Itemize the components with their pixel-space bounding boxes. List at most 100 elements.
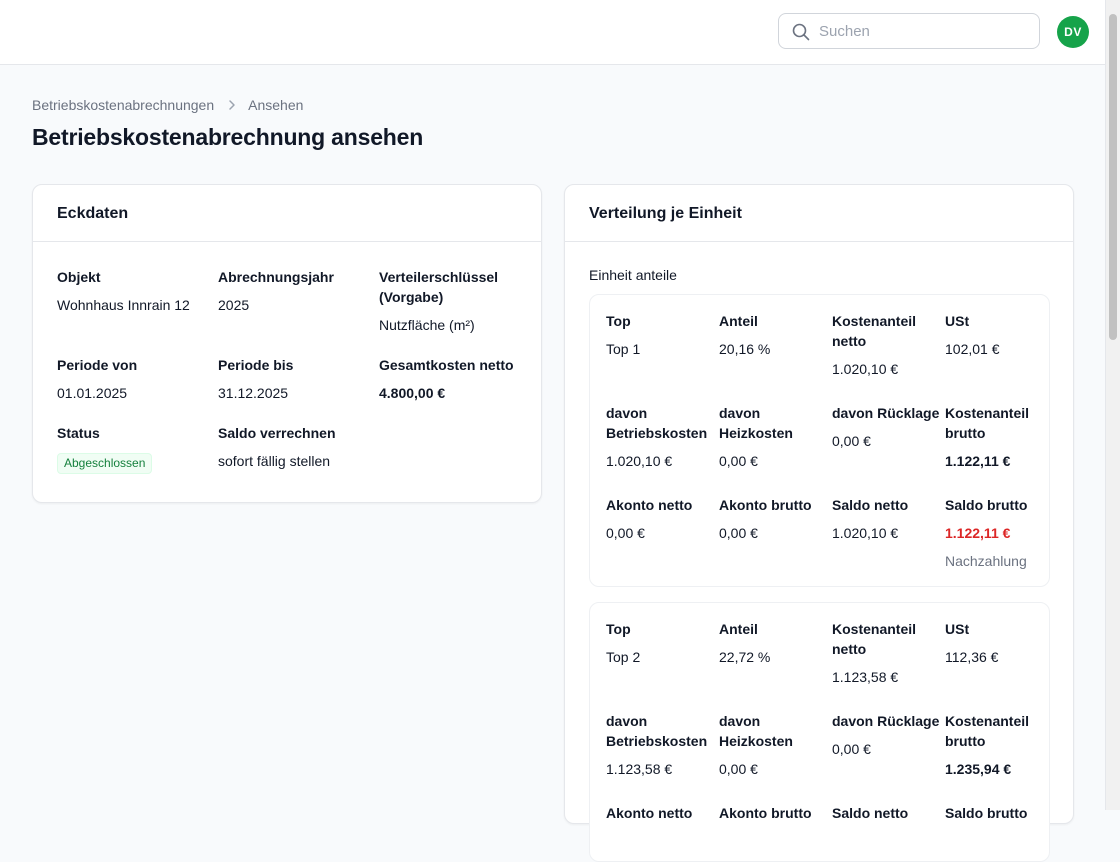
- field-value: 1.123,58 €: [832, 669, 899, 685]
- scrollbar[interactable]: [1105, 0, 1120, 810]
- field-label: davon Rücklage: [832, 713, 940, 729]
- field-value: 0,00 €: [719, 761, 758, 777]
- unit-akonto-netto: Akonto netto 0,00 €: [606, 495, 719, 571]
- unit-ruecklage: davon Rücklage 0,00 €: [832, 403, 945, 471]
- unit-anteil: Anteil 20,16 %: [719, 311, 832, 379]
- field-value: 1.020,10 €: [832, 361, 899, 377]
- field-value: Top 1: [606, 341, 641, 357]
- unit-card-top-2: Top Top 2 Anteil 22,72 % Kostenanteil ne…: [589, 602, 1050, 862]
- field-label: Saldo brutto: [945, 805, 1028, 821]
- field-label: davon Heizkosten: [719, 405, 793, 441]
- field-label: Kostenanteil brutto: [945, 405, 1030, 441]
- verteilung-title: Verteilung je Einheit: [565, 185, 1073, 242]
- field-value: 01.01.2025: [57, 385, 128, 401]
- unit-kostenanteil-brutto: Kostenanteil brutto 1.235,94 €: [945, 711, 1051, 779]
- field-value: 1.122,11 €: [945, 453, 1011, 469]
- field-label: davon Betriebskosten: [606, 713, 708, 749]
- unit-kostenanteil-netto: Kostenanteil netto 1.020,10 €: [832, 311, 945, 379]
- field-value: 1.122,11 €: [945, 525, 1011, 541]
- unit-saldo-netto: Saldo netto 1.020,10 €: [832, 495, 945, 571]
- field-value: 2025: [218, 297, 250, 313]
- unit-betriebskosten: davon Betriebskosten 1.020,10 €: [606, 403, 719, 471]
- field-periode-von: Periode von 01.01.2025: [57, 355, 218, 403]
- unit-saldo-brutto: Saldo brutto: [945, 803, 1051, 823]
- unit-akonto-netto: Akonto netto: [606, 803, 719, 823]
- field-abrechnungsjahr: Abrechnungsjahr 2025: [218, 267, 379, 335]
- field-value: Wohnhaus Innrain 12: [57, 297, 190, 313]
- breadcrumb: Betriebskostenabrechnungen Ansehen: [32, 97, 303, 113]
- field-label: Verteilerschlüssel (Vorgabe): [379, 269, 499, 305]
- field-status: Status Abgeschlossen: [57, 423, 218, 474]
- field-label: Anteil: [719, 313, 758, 329]
- page-title: Betriebskostenabrechnung ansehen: [32, 124, 424, 150]
- field-value: 0,00 €: [606, 525, 645, 541]
- field-label: Kostenanteil brutto: [945, 713, 1030, 749]
- field-label: Top: [606, 313, 631, 329]
- search-box[interactable]: [778, 13, 1040, 49]
- field-value: 22,72 %: [719, 649, 771, 665]
- field-value: 0,00 €: [719, 525, 758, 541]
- unit-akonto-brutto: Akonto brutto 0,00 €: [719, 495, 832, 571]
- field-label: Saldo brutto: [945, 497, 1028, 513]
- search-icon: [792, 23, 810, 41]
- unit-akonto-brutto: Akonto brutto: [719, 803, 832, 823]
- field-periode-bis: Periode bis 31.12.2025: [218, 355, 379, 403]
- field-value: 0,00 €: [832, 433, 871, 449]
- field-label: davon Heizkosten: [719, 713, 793, 749]
- field-value: 0,00 €: [719, 453, 758, 469]
- field-label: Abrechnungsjahr: [218, 269, 334, 285]
- field-label: Akonto brutto: [719, 497, 812, 513]
- field-label: Status: [57, 425, 100, 441]
- field-value: 1.020,10 €: [832, 525, 899, 541]
- field-verteilerschluessel: Verteilerschlüssel (Vorgabe) Nutzfläche …: [379, 267, 527, 335]
- field-gesamtkosten: Gesamtkosten netto 4.800,00 €: [379, 355, 527, 403]
- field-value: 102,01 €: [945, 341, 1000, 357]
- field-label: Gesamtkosten netto: [379, 357, 514, 373]
- unit-ust: USt 112,36 €: [945, 619, 1051, 687]
- field-label: Kostenanteil netto: [832, 313, 917, 349]
- field-label: Periode von: [57, 357, 138, 373]
- field-label: Objekt: [57, 269, 101, 285]
- verteilung-card: Verteilung je Einheit Einheit anteile To…: [564, 184, 1074, 862]
- field-label: Akonto netto: [606, 805, 693, 821]
- field-label: Akonto brutto: [719, 805, 812, 821]
- field-value: 4.800,00 €: [379, 385, 446, 401]
- field-label: Akonto netto: [606, 497, 693, 513]
- field-label: Periode bis: [218, 357, 294, 373]
- field-label: USt: [945, 621, 970, 637]
- unit-heizkosten: davon Heizkosten 0,00 €: [719, 711, 832, 779]
- field-value: 1.123,58 €: [606, 761, 673, 777]
- field-saldo-verrechnen: Saldo verrechnen sofort fällig stellen: [218, 423, 379, 474]
- unit-kostenanteil-netto: Kostenanteil netto 1.123,58 €: [832, 619, 945, 687]
- field-value: sofort fällig stellen: [218, 453, 331, 469]
- section-label: Einheit anteile: [589, 267, 677, 283]
- field-value: 112,36 €: [945, 649, 999, 665]
- field-label: Anteil: [719, 621, 758, 637]
- field-value: 31.12.2025: [218, 385, 289, 401]
- status-badge: Abgeschlossen: [57, 453, 153, 474]
- field-value: Nutzfläche (m²): [379, 317, 475, 333]
- avatar[interactable]: DV: [1057, 16, 1089, 48]
- unit-betriebskosten: davon Betriebskosten 1.123,58 €: [606, 711, 719, 779]
- unit-top: Top Top 2: [606, 619, 719, 687]
- unit-top: Top Top 1: [606, 311, 719, 379]
- breadcrumb-link-betriebskostenabrechnungen[interactable]: Betriebskostenabrechnungen: [32, 97, 214, 113]
- unit-saldo-netto: Saldo netto: [832, 803, 945, 823]
- field-value: Top 2: [606, 649, 641, 665]
- unit-ruecklage: davon Rücklage 0,00 €: [832, 711, 945, 779]
- unit-ust: USt 102,01 €: [945, 311, 1051, 379]
- saldo-hint: Nachzahlung: [945, 553, 1027, 569]
- unit-heizkosten: davon Heizkosten 0,00 €: [719, 403, 832, 471]
- field-label: Saldo netto: [832, 497, 909, 513]
- eckdaten-card: Eckdaten Objekt Wohnhaus Innrain 12 Abre…: [32, 184, 542, 503]
- search-input[interactable]: [819, 14, 1029, 48]
- unit-anteil: Anteil 22,72 %: [719, 619, 832, 687]
- eckdaten-title: Eckdaten: [33, 185, 541, 242]
- scrollbar-thumb[interactable]: [1109, 14, 1117, 340]
- top-bar: DV: [0, 0, 1105, 65]
- chevron-right-icon: [228, 99, 236, 111]
- field-value: 1.020,10 €: [606, 453, 673, 469]
- field-label: Saldo netto: [832, 805, 909, 821]
- field-label: USt: [945, 313, 970, 329]
- unit-kostenanteil-brutto: Kostenanteil brutto 1.122,11 €: [945, 403, 1051, 471]
